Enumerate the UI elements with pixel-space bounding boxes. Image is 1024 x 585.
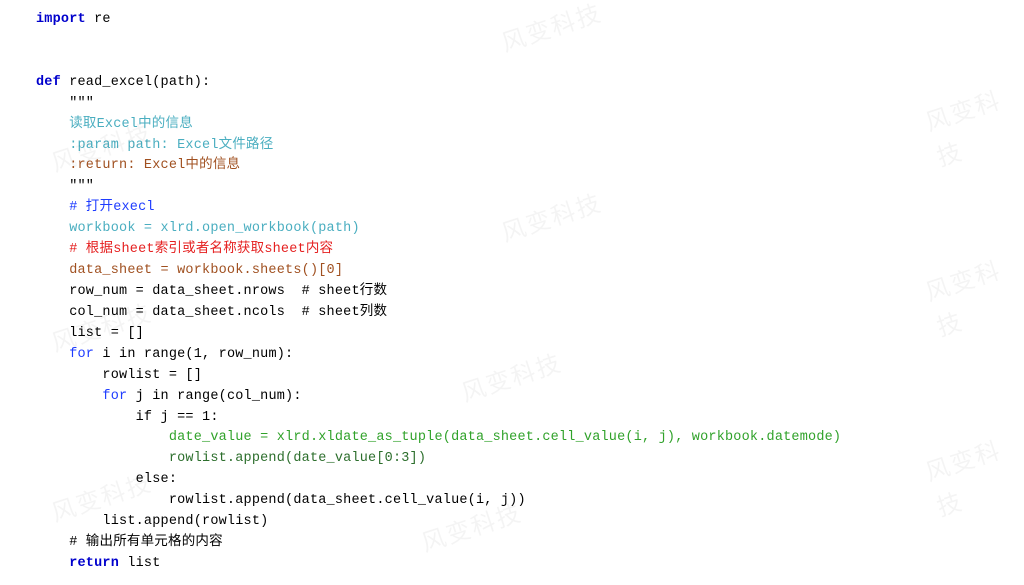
- code-line: workbook = xlrd.open_workbook(path): [36, 221, 360, 236]
- code-line: rowlist = []: [36, 368, 202, 383]
- function-signature: read_excel(path):: [61, 75, 210, 90]
- docstring-close: """: [36, 179, 94, 194]
- keyword-if: if: [36, 410, 152, 425]
- docstring-return: :return: Excel中的信息: [36, 158, 240, 173]
- docstring-line: 读取Excel中的信息: [36, 117, 193, 132]
- comment: # 根据sheet索引或者名称获取sheet内容: [36, 242, 333, 257]
- docstring-param: :param path: Excel文件路径: [36, 138, 273, 153]
- keyword-def: def: [36, 75, 61, 90]
- keyword-return: return: [36, 556, 119, 571]
- comment: # 输出所有单元格的内容: [36, 535, 223, 550]
- comment-inline: # sheet行数: [302, 284, 388, 299]
- code-line: list = []: [36, 326, 144, 341]
- keyword-else: else:: [36, 472, 177, 487]
- code-line: row_num = data_sheet.nrows: [36, 284, 302, 299]
- comment: # 打开execl: [36, 200, 155, 215]
- comment-inline: # sheet列数: [302, 305, 388, 320]
- docstring-open: """: [36, 96, 94, 111]
- keyword-import: import: [36, 12, 86, 27]
- keyword-for: for: [36, 389, 127, 404]
- code-line: col_num = data_sheet.ncols: [36, 305, 302, 320]
- code-block: import re def read_excel(path): """ 读取Ex…: [36, 10, 1024, 575]
- keyword-for: for: [36, 347, 94, 362]
- code-line: rowlist.append(data_sheet.cell_value(i, …: [36, 493, 526, 508]
- code-line: rowlist.append(date_value[0:3]): [36, 451, 426, 466]
- module-name: re: [86, 12, 111, 27]
- code-line: data_sheet = workbook.sheets()[0]: [36, 263, 343, 278]
- code-line: date_value = xlrd.xldate_as_tuple(data_s…: [36, 430, 841, 445]
- code-line: list.append(rowlist): [36, 514, 268, 529]
